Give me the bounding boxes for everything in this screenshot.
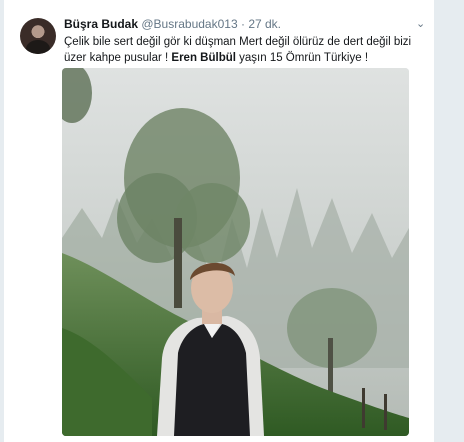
tweet-card[interactable]: Büşra Budak @Busrabudak013 · 27 dk. ⌄ Çe…	[3, 0, 435, 442]
tweet-text-part: yaşın 15 Ömrün Türkiye !	[235, 52, 369, 64]
chevron-down-icon[interactable]: ⌄	[416, 17, 425, 30]
page-background	[434, 0, 464, 442]
header-separator: ·	[240, 17, 245, 31]
tweet-timestamp[interactable]: 27 dk.	[248, 17, 281, 31]
tweet-photo[interactable]	[62, 68, 409, 436]
author-name[interactable]: Büşra Budak	[64, 17, 138, 31]
photo-illustration	[62, 68, 409, 436]
tweet-mention[interactable]: Eren Bülbül	[171, 52, 236, 64]
tweet-text: Çelik bile sert değil gör ki düşman Mert…	[64, 34, 424, 66]
avatar[interactable]	[20, 18, 56, 54]
tweet-header: Büşra Budak @Busrabudak013 · 27 dk.	[64, 17, 281, 31]
author-handle[interactable]: @Busrabudak013	[141, 17, 237, 31]
